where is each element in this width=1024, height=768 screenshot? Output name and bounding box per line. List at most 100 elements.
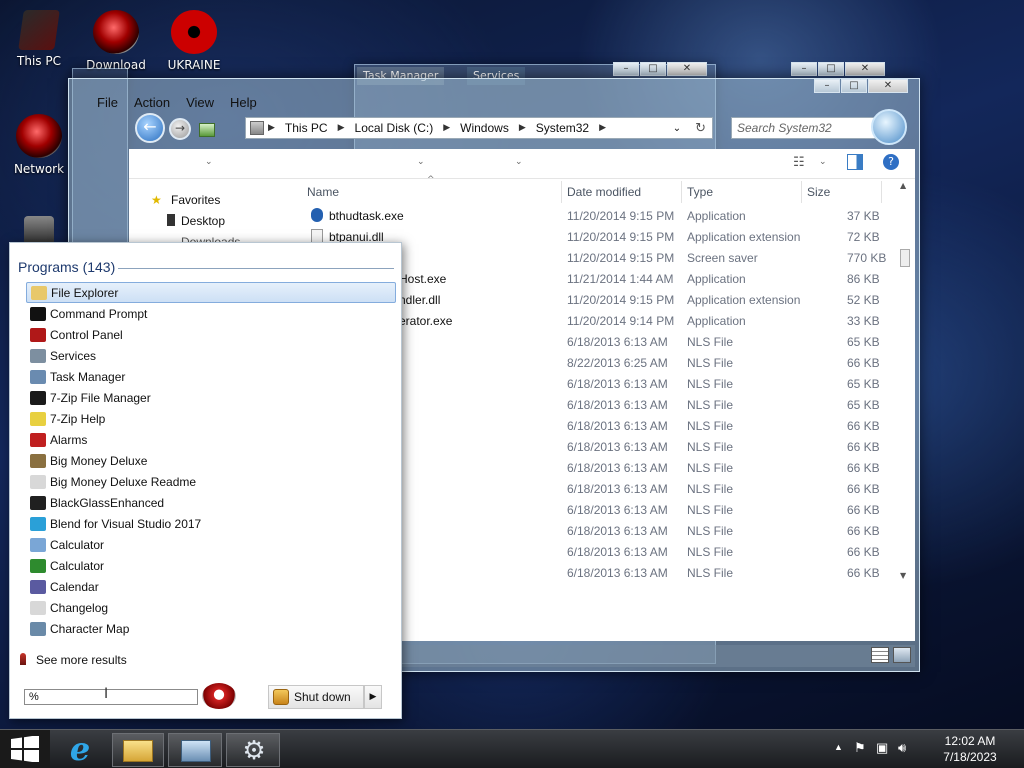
network-icon [16, 114, 62, 158]
desktop-icon-network[interactable]: Network [1, 114, 77, 176]
program-item[interactable]: Control Panel [26, 324, 396, 345]
toolbar-dropdown-icon[interactable]: ⌄ [819, 157, 827, 167]
maximize-button[interactable]: □ [841, 79, 867, 93]
programs-heading: Programs (143) [18, 259, 116, 275]
close-button[interactable]: ✕ [868, 79, 908, 93]
see-more-results-link[interactable]: See more results [36, 653, 127, 667]
desktop-icon-partial[interactable] [24, 216, 54, 242]
file-size: 66 KB [847, 566, 880, 580]
menu-bar: File Action View Help [89, 93, 265, 115]
taskbar-button-task-manager[interactable] [168, 733, 222, 767]
menu-help[interactable]: Help [222, 93, 265, 115]
program-item[interactable]: Calendar [26, 576, 396, 597]
program-item[interactable]: Calculator [26, 555, 396, 576]
close-button[interactable]: ✕ [667, 62, 707, 76]
help-icon[interactable]: ? [883, 154, 899, 170]
program-item[interactable]: BlackGlassEnhanced [26, 492, 396, 513]
desktop-folder-icon [167, 214, 175, 226]
program-item[interactable]: Alarms [26, 429, 396, 450]
address-bar[interactable]: ▶ This PC ▶ Local Disk (C:) ▶ Windows ▶ … [245, 117, 713, 139]
column-separator [561, 181, 562, 203]
toolbar-dropdown-icon[interactable]: ⌄ [205, 157, 213, 167]
column-header-type[interactable]: Type [687, 185, 713, 199]
desktop-icon-ukraine[interactable]: UKRAINE [156, 10, 232, 72]
program-item[interactable]: 7-Zip File Manager [26, 387, 396, 408]
close-button[interactable]: ✕ [845, 62, 885, 76]
file-size: 66 KB [847, 503, 880, 517]
breadcrumb-this-pc[interactable]: This PC [279, 121, 334, 135]
start-search-button[interactable] [202, 683, 236, 709]
view-options-icon[interactable]: ☷ [793, 155, 805, 170]
menu-view[interactable]: View [178, 93, 222, 115]
column-header-name[interactable]: Name [307, 185, 339, 199]
file-date: 11/21/2014 1:44 AM [567, 272, 674, 286]
nav-favorites[interactable]: Favorites [171, 193, 220, 207]
details-view-icon[interactable] [871, 647, 889, 663]
desktop-icon-this-pc[interactable]: This PC [1, 10, 77, 68]
forward-button[interactable]: → [169, 118, 191, 140]
shut-down-button[interactable]: Shut down [268, 685, 364, 709]
column-header-date[interactable]: Date modified [567, 185, 641, 199]
clock[interactable]: 12:02 AM 7/18/2023 [930, 734, 1010, 764]
flag-icon[interactable]: ⚑ [854, 740, 866, 756]
program-item[interactable]: 7-Zip Help [26, 408, 396, 429]
toolbar-dropdown-icon[interactable]: ⌄ [417, 157, 425, 167]
minimize-button[interactable]: – [791, 62, 817, 76]
file-type: NLS File [687, 503, 734, 517]
nav-desktop[interactable]: Desktop [181, 214, 225, 228]
navigation-bar: ← → ▶ This PC ▶ Local Disk (C:) ▶ Window… [89, 109, 915, 145]
breadcrumb-local-disk[interactable]: Local Disk (C:) [349, 121, 440, 135]
recent-pages-icon[interactable] [199, 123, 215, 137]
program-item[interactable]: Calculator [26, 534, 396, 555]
file-size: 66 KB [847, 461, 880, 475]
program-item[interactable]: Blend for Visual Studio 2017 [26, 513, 396, 534]
minimize-button[interactable]: – [613, 62, 639, 76]
breadcrumb-system32[interactable]: System32 [530, 121, 595, 135]
scroll-up-icon[interactable]: ▲ [900, 181, 906, 190]
program-item[interactable]: File Explorer [26, 282, 396, 303]
search-input[interactable]: Search System32 [731, 117, 887, 139]
start-menu: Programs (143) File Explorer Command Prom… [9, 242, 402, 719]
large-icons-view-icon[interactable] [893, 647, 911, 663]
program-item[interactable]: Big Money Deluxe [26, 450, 396, 471]
program-label: 7-Zip File Manager [50, 390, 151, 405]
back-button[interactable]: ← [135, 113, 165, 143]
search-icon[interactable] [871, 109, 907, 145]
program-item[interactable]: Changelog [26, 597, 396, 618]
shut-down-options-button[interactable]: ▶ [364, 685, 382, 709]
program-item[interactable]: Character Map [26, 618, 396, 639]
menu-file[interactable]: File [89, 93, 126, 115]
maximize-button[interactable]: □ [640, 62, 666, 76]
menu-action[interactable]: Action [126, 93, 178, 115]
scroll-down-icon[interactable]: ▼ [900, 571, 906, 580]
file-date: 6/18/2013 6:13 AM [567, 566, 668, 580]
file-size: 65 KB [847, 398, 880, 412]
column-header-size[interactable]: Size [807, 185, 830, 199]
start-search-input[interactable]: % [24, 689, 198, 705]
breadcrumb-windows[interactable]: Windows [454, 121, 515, 135]
show-hidden-icons-button[interactable]: ▲ [834, 742, 843, 752]
scroll-thumb[interactable] [900, 249, 910, 267]
vertical-scrollbar[interactable]: ▲ ▼ [899, 179, 911, 641]
program-item[interactable]: Services [26, 345, 396, 366]
address-dropdown-icon[interactable]: ⌄ [665, 123, 689, 134]
taskbar-button-file-explorer[interactable] [112, 733, 164, 767]
network-icon[interactable]: ▣ [876, 740, 888, 756]
column-separator [681, 181, 682, 203]
desktop-icon-download[interactable]: Download [78, 10, 154, 72]
program-item[interactable]: Task Manager [26, 366, 396, 387]
taskbar-button-services[interactable]: ⚙ [226, 733, 280, 767]
blackglass-icon [30, 495, 46, 510]
column-separator [801, 181, 802, 203]
program-item[interactable]: Big Money Deluxe Readme [26, 471, 396, 492]
internet-explorer-icon[interactable]: e [60, 732, 100, 768]
program-item[interactable]: Command Prompt [26, 303, 396, 324]
refresh-icon[interactable]: ↻ [689, 121, 712, 136]
minimize-button[interactable]: – [814, 79, 840, 93]
start-button[interactable] [0, 730, 50, 768]
toolbar-dropdown-icon[interactable]: ⌄ [515, 157, 523, 167]
preview-pane-icon[interactable] [847, 154, 863, 170]
volume-icon[interactable]: 🔊︎ [898, 740, 906, 756]
table-row[interactable]: bthudtask.exe 11/20/2014 9:15 PM Applicati… [299, 205, 899, 226]
maximize-button[interactable]: □ [818, 62, 844, 76]
